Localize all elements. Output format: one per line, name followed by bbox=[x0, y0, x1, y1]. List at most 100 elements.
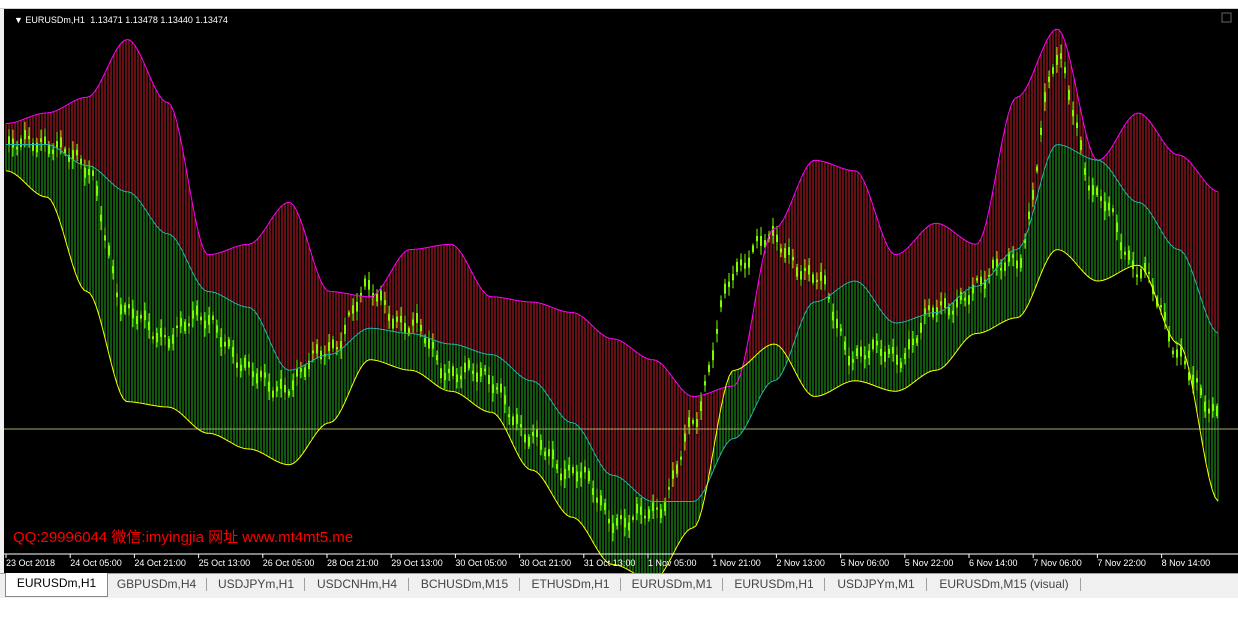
chart-tab[interactable]: USDJPYm,M1 bbox=[825, 574, 927, 595]
candle-body bbox=[132, 308, 134, 319]
candle-body bbox=[804, 268, 806, 271]
candle-body bbox=[664, 502, 666, 512]
candle-body bbox=[452, 366, 454, 377]
candle-body bbox=[576, 471, 578, 482]
candle-body bbox=[552, 449, 554, 460]
candle-body bbox=[1200, 387, 1202, 396]
candle-body bbox=[120, 304, 122, 315]
chart-tab-label: EURUSDm,H1 bbox=[734, 577, 814, 591]
chart-tab[interactable]: USDCNHm,H4 bbox=[305, 574, 409, 595]
candle-body bbox=[136, 316, 138, 325]
candle-body bbox=[692, 420, 694, 424]
candle-body bbox=[524, 434, 526, 443]
info-triangle-icon[interactable]: ▼ bbox=[14, 15, 25, 25]
chart-tab[interactable]: ETHUSDm,H1 bbox=[520, 574, 621, 595]
candle-body bbox=[740, 259, 742, 266]
candle-body bbox=[296, 368, 298, 377]
candle-body bbox=[424, 337, 426, 344]
candle-body bbox=[172, 334, 174, 344]
chart-tab[interactable]: BCHUSDm,M15 bbox=[409, 574, 520, 595]
candle-body bbox=[1164, 312, 1166, 321]
candle-body bbox=[468, 360, 470, 369]
upper-band-fill bbox=[5, 29, 1219, 502]
candle-body bbox=[160, 328, 162, 337]
candle-body bbox=[656, 507, 658, 510]
candle-body bbox=[644, 515, 646, 519]
candle-body bbox=[1196, 378, 1198, 383]
chart-tab[interactable]: GBPUSDm,H4 bbox=[106, 574, 207, 595]
candle-body bbox=[200, 316, 202, 321]
candle-body bbox=[616, 518, 618, 526]
candle-body bbox=[1132, 260, 1134, 270]
candle-body bbox=[256, 373, 258, 384]
candle-body bbox=[928, 305, 930, 311]
candle-body bbox=[84, 167, 86, 178]
x-tick-label: 7 Nov 06:00 bbox=[1033, 558, 1082, 568]
terminal-window: 23 Oct 2018 24 Oct 05:00 24 Oct 21:00 25 Oc… bbox=[0, 0, 1238, 620]
candle-body bbox=[336, 346, 338, 350]
chart-tab[interactable]: EURUSDm,M15 (visual) bbox=[927, 574, 1081, 595]
candle-body bbox=[788, 247, 790, 255]
candle-body bbox=[864, 355, 866, 360]
candle-body bbox=[604, 502, 606, 511]
candle-body bbox=[800, 271, 802, 280]
candle-body bbox=[140, 315, 142, 319]
candle-body bbox=[948, 307, 950, 316]
candle-body bbox=[1060, 53, 1062, 59]
candle-body bbox=[716, 328, 718, 334]
candle-body bbox=[812, 274, 814, 283]
chart-window[interactable]: 23 Oct 2018 24 Oct 05:00 24 Oct 21:00 25 Oc… bbox=[4, 9, 1238, 573]
candle-body bbox=[88, 168, 90, 176]
candle-body bbox=[1136, 274, 1138, 278]
candle-body bbox=[1076, 122, 1078, 129]
candle-body bbox=[660, 509, 662, 519]
chart-symbol: EURUSDm,H1 bbox=[25, 15, 85, 25]
x-tick-label: 29 Oct 13:00 bbox=[391, 558, 443, 568]
candle-body bbox=[248, 361, 250, 368]
candle-body bbox=[428, 338, 430, 349]
candle-body bbox=[1184, 360, 1186, 365]
candle-body bbox=[356, 301, 358, 312]
candle-body bbox=[388, 313, 390, 321]
candle-body bbox=[368, 279, 370, 290]
candle-body bbox=[1072, 110, 1074, 117]
candle-body bbox=[536, 429, 538, 438]
candle-body bbox=[460, 375, 462, 380]
candle-body bbox=[1096, 187, 1098, 195]
top-strip bbox=[0, 0, 1238, 9]
candle-body bbox=[432, 341, 434, 349]
candle-body bbox=[352, 305, 354, 314]
x-tick-label: 26 Oct 05:00 bbox=[263, 558, 315, 568]
candle-body bbox=[756, 235, 758, 242]
candle-body bbox=[620, 515, 622, 520]
candle-body bbox=[940, 301, 942, 306]
candle-body bbox=[268, 381, 270, 392]
chart-tab[interactable]: USDJPYm,H1 bbox=[207, 574, 305, 595]
candle-body bbox=[292, 380, 294, 391]
candle-body bbox=[1100, 196, 1102, 201]
chart-tab[interactable]: EURUSDm,M1 bbox=[621, 574, 723, 595]
candle-body bbox=[888, 348, 890, 355]
candle-body bbox=[288, 391, 290, 396]
chart-tab[interactable]: EURUSDm,H1 bbox=[723, 574, 825, 595]
chart-tab-label: BCHUSDm,M15 bbox=[420, 577, 509, 591]
candle-body bbox=[176, 325, 178, 329]
candle-body bbox=[300, 368, 302, 372]
chart-canvas[interactable]: 23 Oct 2018 24 Oct 05:00 24 Oct 21:00 25 Oc… bbox=[4, 9, 1238, 573]
chart-tab[interactable]: EURUSDm,H1 bbox=[5, 573, 108, 597]
candle-body bbox=[836, 318, 838, 329]
chart-close-icon[interactable] bbox=[1221, 12, 1232, 23]
x-tick-label: 24 Oct 05:00 bbox=[70, 558, 122, 568]
candle-body bbox=[1120, 242, 1122, 251]
candle-body bbox=[688, 417, 690, 427]
candle-body bbox=[1092, 185, 1094, 196]
candle-body bbox=[1124, 251, 1126, 255]
candle-body bbox=[320, 350, 322, 360]
candle-body bbox=[100, 214, 102, 222]
candle-body bbox=[796, 267, 798, 277]
candle-body bbox=[312, 350, 314, 354]
candle-body bbox=[1040, 127, 1042, 136]
candle-body bbox=[732, 273, 734, 281]
candle-body bbox=[1148, 271, 1150, 274]
candle-body bbox=[564, 469, 566, 480]
